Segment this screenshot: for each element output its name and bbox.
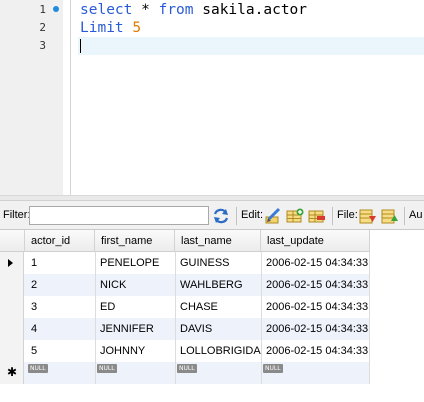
column-divider	[175, 252, 176, 384]
toolbar-separator	[236, 207, 237, 225]
current-row-arrow-icon	[8, 259, 13, 267]
cell-actor-id[interactable]: 4	[28, 318, 94, 340]
cell-first-name[interactable]: JENNIFER	[97, 318, 175, 340]
cell-last-update[interactable]: 2006-02-15 04:34:33	[263, 274, 370, 296]
cell-last-name[interactable]: DAVIS	[177, 318, 261, 340]
edit-cell-icon[interactable]	[264, 207, 282, 225]
text-caret	[80, 39, 81, 53]
null-badge[interactable]: NULL	[177, 364, 197, 373]
autofit-label: Au	[409, 209, 423, 221]
cell-actor-id[interactable]: 2	[28, 274, 94, 296]
editor-line-1[interactable]: 1 select * from sakila.actor	[0, 1, 424, 19]
row-header[interactable]	[0, 296, 24, 318]
cell-actor-id[interactable]: 1	[28, 252, 94, 274]
null-badge[interactable]: NULL	[28, 364, 48, 373]
current-line-highlight	[78, 37, 424, 55]
toolbar-separator	[332, 207, 333, 225]
line-number: 1	[39, 3, 46, 16]
code-token: sakila.actor	[193, 2, 308, 18]
editor-line-3[interactable]: 3	[0, 37, 424, 55]
null-badge[interactable]: NULL	[97, 364, 117, 373]
code-keyword: from	[158, 2, 194, 18]
file-label: File:	[337, 209, 358, 221]
table-row[interactable]: 5 JOHNNY LOLLOBRIGIDA 2006-02-15 04:34:3…	[0, 340, 370, 362]
line-number: 3	[39, 39, 46, 52]
edit-label: Edit:	[241, 209, 264, 221]
table-row[interactable]: 2 NICK WAHLBERG 2006-02-15 04:34:33	[0, 274, 370, 296]
row-header[interactable]	[0, 340, 24, 362]
result-grid[interactable]: actor_id first_name last_name last_updat…	[0, 230, 424, 402]
cell-last-name[interactable]: LOLLOBRIGIDA	[177, 340, 261, 362]
column-divider	[261, 252, 262, 384]
toolbar-separator	[404, 207, 405, 225]
cell-actor-id[interactable]: 3	[28, 296, 94, 318]
cell-first-name[interactable]: NICK	[97, 274, 175, 296]
refresh-filter-icon[interactable]	[212, 207, 230, 225]
cell-last-update[interactable]: 2006-02-15 04:34:33	[263, 318, 370, 340]
column-divider	[369, 252, 370, 384]
column-header-last-update[interactable]: last_update	[261, 230, 370, 252]
null-badge[interactable]: NULL	[263, 364, 283, 373]
row-header[interactable]	[0, 318, 24, 340]
sql-editor[interactable]: 1 select * from sakila.actor 2 Limit 5 3	[0, 0, 424, 195]
import-icon[interactable]	[381, 207, 399, 225]
new-row-asterisk-icon: ✱	[7, 365, 18, 379]
cell-last-update[interactable]: 2006-02-15 04:34:33	[263, 340, 370, 362]
code-keyword: select	[80, 2, 133, 18]
table-row[interactable]: 3 ED CHASE 2006-02-15 04:34:33	[0, 296, 370, 318]
code-keyword: Limit	[80, 20, 124, 36]
column-header-first-name[interactable]: first_name	[95, 230, 175, 252]
grid-header-row: actor_id first_name last_name last_updat…	[0, 230, 370, 252]
filter-label: Filter:	[3, 209, 31, 221]
table-row[interactable]: 1 PENELOPE GUINESS 2006-02-15 04:34:33	[0, 252, 370, 274]
row-header[interactable]	[0, 274, 24, 296]
insert-row-icon[interactable]	[286, 207, 304, 225]
table-row[interactable]: 4 JENNIFER DAVIS 2006-02-15 04:34:33	[0, 318, 370, 340]
code-text[interactable]: select * from sakila.actor	[80, 1, 307, 19]
column-header-last-name[interactable]: last_name	[175, 230, 261, 252]
code-text[interactable]: Limit 5	[80, 19, 141, 37]
column-divider	[95, 252, 96, 384]
statement-marker-icon	[53, 6, 59, 12]
cell-last-update[interactable]: 2006-02-15 04:34:33	[263, 252, 370, 274]
cell-last-name[interactable]: WAHLBERG	[177, 274, 261, 296]
cell-first-name[interactable]: ED	[97, 296, 175, 318]
row-header[interactable]: ✱	[0, 362, 24, 384]
cell-last-update[interactable]: 2006-02-15 04:34:33	[263, 296, 370, 318]
export-icon[interactable]	[359, 207, 377, 225]
row-header-corner	[0, 230, 25, 252]
cell-last-name[interactable]: CHASE	[177, 296, 261, 318]
new-row[interactable]: ✱ NULL NULL NULL NULL	[0, 362, 370, 384]
cell-first-name[interactable]: PENELOPE	[97, 252, 175, 274]
cell-first-name[interactable]: JOHNNY	[97, 340, 175, 362]
cell-last-name[interactable]: GUINESS	[177, 252, 261, 274]
filter-input[interactable]	[29, 206, 209, 225]
cell-actor-id[interactable]: 5	[28, 340, 94, 362]
row-header[interactable]	[0, 252, 24, 274]
code-token: *	[132, 2, 159, 18]
editor-line-2[interactable]: 2 Limit 5	[0, 19, 424, 37]
line-number: 2	[39, 21, 46, 34]
delete-row-icon[interactable]	[308, 207, 326, 225]
code-number: 5	[132, 20, 142, 36]
column-header-actor-id[interactable]: actor_id	[25, 230, 95, 252]
result-toolbar: Filter: Edit: File: Au	[0, 201, 424, 230]
